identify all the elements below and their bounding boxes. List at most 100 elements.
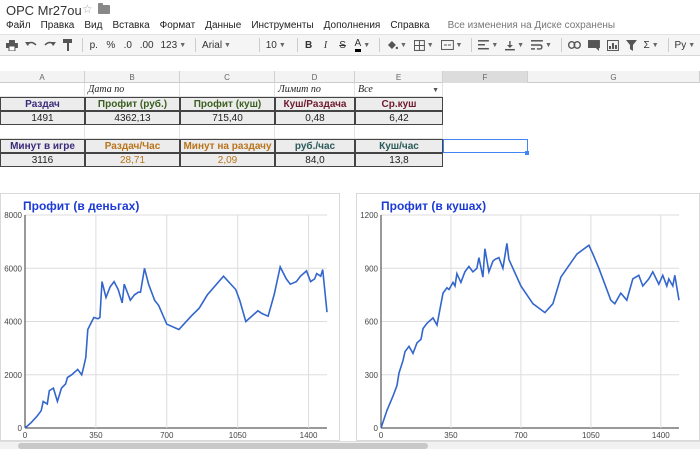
sigma-icon: Σ [643,39,650,51]
y-tick-label: 8000 [4,211,22,220]
percent-format-button[interactable]: % [104,37,118,53]
cell-c4[interactable] [180,125,275,139]
print-icon[interactable] [4,37,20,53]
input-tools-button[interactable]: Ру ▼ [673,37,697,53]
toolbar-divider [667,38,669,52]
borders-button[interactable]: ▼ [412,37,436,53]
cell-a3[interactable]: 1491 [0,111,85,125]
profit-money-chart[interactable]: Профит (в деньгах) 0 2000 4000 6000 8000 0 350… [0,193,340,441]
font-family-select[interactable]: Arial ▼ [200,37,252,53]
cell-c5[interactable]: Минут на раздачу [180,139,275,153]
merge-cells-button[interactable]: ▼ [439,37,465,53]
undo-icon[interactable] [23,37,39,53]
cell-d4[interactable] [275,125,355,139]
cell-b6[interactable]: 28,71 [85,153,180,167]
cell-f5-selected[interactable] [443,139,528,153]
cell-e1-dropdown[interactable]: Все ▼ [355,83,443,97]
document-title[interactable]: ОРС Mr27ou [6,3,82,18]
menu-data[interactable]: Данные [205,20,241,31]
cell-b3[interactable]: 4362,13 [85,111,180,125]
y-tick-label: 6000 [4,264,22,273]
cell-b4[interactable] [85,125,180,139]
cell-e3[interactable]: 6,42 [355,111,443,125]
input-tools-label: Ру [674,39,687,51]
cell-e4[interactable] [355,125,443,139]
cell-b2[interactable]: Профит (руб.) [85,97,180,111]
scrollbar-thumb[interactable] [18,443,428,449]
chevron-down-icon: ▼ [363,41,371,49]
column-header-g[interactable]: G [528,71,700,83]
menu-tools[interactable]: Инструменты [251,20,313,31]
cell-c6[interactable]: 2,09 [180,153,275,167]
cell-e5[interactable]: Куш/час [355,139,443,153]
wrap-text-button[interactable]: ▼ [529,37,554,53]
decrease-decimal-button[interactable]: .0 [121,37,135,53]
font-size-select[interactable]: 10 ▼ [264,37,290,53]
menu-format[interactable]: Формат [160,20,196,31]
x-tick-label: 1050 [229,431,247,440]
folder-icon[interactable] [98,3,110,14]
strikethrough-button[interactable]: S [336,37,350,53]
menu-addons[interactable]: Дополнения [324,20,381,31]
cell-a1[interactable] [0,83,85,97]
horizontal-scrollbar[interactable] [0,441,700,449]
align-button[interactable]: ▼ [476,37,500,53]
insert-link-icon[interactable] [566,37,583,53]
cell-a2[interactable]: Раздач [0,97,85,111]
column-header-a[interactable]: A [0,71,85,83]
column-header-f[interactable]: F [443,71,528,83]
x-tick-label: 1400 [652,431,670,440]
chevron-down-icon: ▼ [544,41,552,49]
cell-a5[interactable]: Минут в игре [0,139,85,153]
cell-d3[interactable]: 0,48 [275,111,355,125]
cell-c3[interactable]: 715,40 [180,111,275,125]
cell-e6[interactable]: 13,8 [355,153,443,167]
y-tick-label: 1200 [360,211,378,220]
menu-edit[interactable]: Правка [41,20,75,31]
filter-icon[interactable] [624,37,639,53]
cell-d6[interactable]: 84,0 [275,153,355,167]
cell-d1[interactable]: Лимит по [275,83,355,97]
insert-comment-icon[interactable] [586,37,602,53]
column-header-d[interactable]: D [275,71,355,83]
cell-a4[interactable] [0,125,85,139]
bold-button[interactable]: B [302,37,316,53]
cell-e2[interactable]: Ср.куш [355,97,443,111]
text-color-button[interactable]: A ▼ [353,37,373,53]
column-header-e[interactable]: E [355,71,443,83]
star-icon[interactable]: ☆ [82,2,93,16]
column-header-c[interactable]: C [180,71,275,83]
cell-c2[interactable]: Профит (куш) [180,97,275,111]
cell-d5[interactable]: руб./час [275,139,355,153]
x-tick-label: 350 [89,431,103,440]
currency-format-button[interactable]: р. [87,37,101,53]
paint-format-icon[interactable] [61,37,75,53]
cell-b1[interactable]: Дата по [85,83,180,97]
fill-handle[interactable] [525,151,529,155]
insert-chart-icon[interactable] [605,37,621,53]
menu-view[interactable]: Вид [84,20,102,31]
cell-b5[interactable]: Раздач/Час [85,139,180,153]
menu-help[interactable]: Справка [390,20,429,31]
increase-decimal-button[interactable]: .00 [138,37,156,53]
font-size-value: 10 [265,39,277,51]
menu-file[interactable]: Файл [6,20,31,31]
cell-c1[interactable] [180,83,275,97]
fill-color-button[interactable]: ▼ [384,37,409,53]
menu-insert[interactable]: Вставка [112,20,149,31]
chevron-down-icon: ▼ [651,41,659,49]
cell-a6[interactable]: 3116 [0,153,85,167]
chevron-down-icon: ▼ [426,41,434,49]
toolbar-divider [81,38,83,52]
toolbar-divider [379,38,381,52]
italic-button[interactable]: I [319,37,333,53]
cell-d2[interactable]: Куш/Раздача [275,97,355,111]
redo-icon[interactable] [42,37,58,53]
functions-button[interactable]: Σ ▼ [642,37,661,53]
column-header-b[interactable]: B [85,71,180,83]
valign-button[interactable]: ▼ [503,37,526,53]
more-formats-button[interactable]: 123 ▼ [159,37,188,53]
save-status[interactable]: Все изменения на Диске сохранены [448,20,616,31]
profit-chips-chart[interactable]: Профит (в кушах) 0 300 600 900 1200 0 350 700 10… [356,193,700,441]
wrap-text-icon [531,40,543,50]
